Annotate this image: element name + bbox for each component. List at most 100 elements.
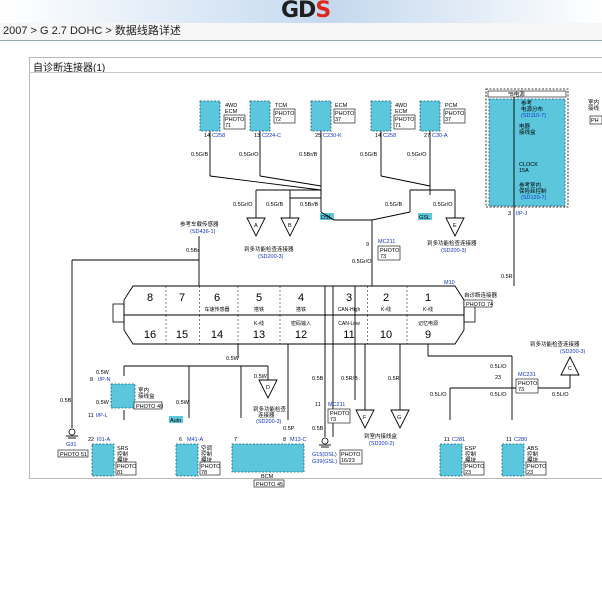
svg-text:27: 27: [424, 133, 430, 139]
ip-junction-box: 8 I/P-N 室内接线盒 PHOTO 49 11 I/P-L: [88, 377, 163, 419]
svg-text:PHOTO 51: PHOTO 51: [60, 452, 87, 458]
top-component-pcm: PCM PHOTO 37 27 C30-A: [419, 100, 466, 139]
bottom-pin-13: 13: [253, 329, 265, 341]
svg-text:C224-C: C224-C: [262, 133, 281, 139]
svg-text:PHOTO 74: PHOTO 74: [466, 302, 493, 308]
svg-text:0.5R: 0.5R: [501, 274, 513, 280]
svg-text:I01-A: I01-A: [97, 437, 110, 443]
svg-text:0.5W: 0.5W: [96, 370, 110, 376]
off-page-connector-f: F: [355, 409, 375, 430]
svg-text:4WDECM: 4WD ECM: [225, 103, 238, 115]
svg-text:0.5Gr/O: 0.5Gr/O: [239, 152, 259, 158]
top-component-4wd-ecm-2: 4WD ECM PHOTO 71 14 C258: [370, 100, 416, 139]
svg-text:室内接线: 室内接线: [588, 98, 600, 112]
svg-text:M13-C: M13-C: [290, 437, 307, 443]
svg-text:0.5Br/B: 0.5Br/B: [300, 202, 319, 208]
svg-text:25: 25: [315, 133, 321, 139]
svg-text:11: 11: [506, 437, 512, 443]
svg-text:到室内接线盒: 到室内接线盒: [364, 432, 398, 440]
svg-text:0.5B: 0.5B: [312, 376, 324, 382]
svg-text:(SD200-3): (SD200-3): [441, 248, 467, 254]
bottom-pin-11: 11: [343, 329, 354, 341]
svg-text:0.5G/B: 0.5G/B: [266, 202, 283, 208]
svg-text:0.5B: 0.5B: [312, 426, 324, 432]
bottom-pin-9-label: 记忆电源: [418, 320, 438, 327]
top-wires: 0.5G/B 0.5Gr/O 0.5Br/B 0.5G/B 0.5Gr/O 0.…: [191, 131, 456, 286]
bottom-pin-13-label: K-线: [254, 320, 264, 327]
svg-text:0.5Br/B: 0.5Br/B: [299, 152, 318, 158]
svg-text:ECM: ECM: [335, 103, 348, 109]
svg-text:0.5B: 0.5B: [60, 398, 72, 404]
svg-text:C280: C280: [514, 437, 527, 443]
svg-text:连接器: 连接器: [258, 411, 275, 419]
top-pin-3-label: CAN-High: [338, 307, 361, 313]
svg-text:SRS控制模块: SRS 控制模块: [117, 446, 129, 464]
srs-module: 22 I01-A SRS 控制模块 PHOTO 81: [88, 437, 137, 477]
top-component-4wd-ecm: 4WD ECM PHOTO 71 14 C258: [199, 100, 246, 139]
svg-text:(SD436-1): (SD436-1): [190, 229, 216, 235]
svg-text:0.5Gr/O: 0.5Gr/O: [352, 259, 372, 265]
svg-text:C30-A: C30-A: [432, 133, 448, 139]
abs-module: 11 C280 ABS 控制模块 PHOTO 23: [501, 437, 547, 477]
svg-text:0.5R: 0.5R: [388, 376, 400, 382]
svg-text:(SD110-7): (SD110-7): [521, 113, 546, 119]
svg-text:23: 23: [495, 375, 501, 381]
svg-text:I/P-J: I/P-J: [516, 211, 528, 217]
off-page-connector-g: G: [390, 409, 410, 430]
svg-text:8: 8: [283, 437, 286, 443]
svg-text:6: 6: [179, 437, 182, 443]
svg-text:*B电源: *B电源: [508, 90, 525, 98]
svg-text:到多功能检查: 到多功能检查: [253, 405, 287, 413]
svg-text:13: 13: [254, 133, 260, 139]
bottom-pin-14: 14: [211, 329, 223, 341]
svg-text:PHOTO 49: PHOTO 49: [136, 404, 163, 410]
top-pin-6-label: 车速传感器: [204, 306, 229, 313]
svg-text:(SD200-3): (SD200-3): [256, 419, 282, 425]
off-page-connector-e: E: [445, 217, 465, 238]
svg-text:11: 11: [444, 437, 450, 443]
svg-text:0.5W: 0.5W: [254, 374, 268, 380]
svg-text:Auto: Auto: [170, 418, 181, 424]
svg-text:到多功能检查连接器: 到多功能检查连接器: [244, 245, 294, 253]
svg-text:3: 3: [508, 211, 511, 217]
svg-text:M41-A: M41-A: [187, 437, 204, 443]
svg-text:D: D: [266, 385, 270, 391]
power-box: *B电源 参考电源分布 (SD110-7) 电器接线盒 CLOCK 15A 参考室…: [485, 88, 602, 208]
svg-text:8: 8: [90, 377, 93, 383]
ground-g15-g39: G15(DSL) G39(GSL) PHOTO 16/23: [312, 437, 363, 465]
top-pin-1: 1: [425, 292, 431, 304]
svg-text:11: 11: [315, 402, 321, 408]
svg-text:E: E: [453, 223, 457, 229]
bottom-pin-12-label: 密码输入: [291, 320, 311, 327]
esp-module: 11 C281 ESP 控制模块 PHOTO 23: [439, 437, 485, 477]
bottom-pin-10: 10: [380, 329, 392, 341]
bottom-pin-9: 9: [425, 329, 431, 341]
svg-text:0.5G/B: 0.5G/B: [191, 152, 208, 158]
svg-text:MC211: MC211: [378, 239, 395, 245]
svg-text:G39(GSL): G39(GSL): [312, 459, 337, 465]
svg-text:G15(DSL): G15(DSL): [312, 452, 337, 458]
svg-text:C: C: [568, 366, 572, 372]
bottom-pin-16: 16: [144, 329, 156, 341]
svg-text:9: 9: [366, 242, 369, 248]
top-pin-6: 6: [214, 292, 220, 304]
svg-text:11: 11: [88, 413, 94, 419]
svg-text:0.5W: 0.5W: [176, 400, 190, 406]
svg-text:PH: PH: [591, 118, 599, 124]
svg-text:0.5W: 0.5W: [226, 356, 240, 362]
svg-text:0.5R/B: 0.5R/B: [341, 376, 358, 382]
svg-text:GSL: GSL: [419, 215, 430, 221]
bottom-pin-11-label: CAN-Low: [338, 321, 360, 327]
svg-text:4WDECM: 4WD ECM: [395, 103, 408, 115]
svg-text:(SD200-3): (SD200-3): [560, 349, 586, 355]
svg-text:0.5L/O: 0.5L/O: [430, 392, 447, 398]
svg-text:14: 14: [375, 133, 381, 139]
svg-text:0.5G/B: 0.5G/B: [385, 202, 402, 208]
svg-text:ESP控制模块: ESP 控制模块: [465, 446, 477, 464]
svg-text:C281: C281: [452, 437, 465, 443]
top-pin-7: 7: [179, 292, 185, 304]
top-pin-5: 5: [256, 292, 262, 304]
svg-text:0.5Br: 0.5Br: [186, 248, 199, 254]
svg-text:C258: C258: [212, 133, 225, 139]
off-page-connector-c: C: [560, 355, 580, 376]
